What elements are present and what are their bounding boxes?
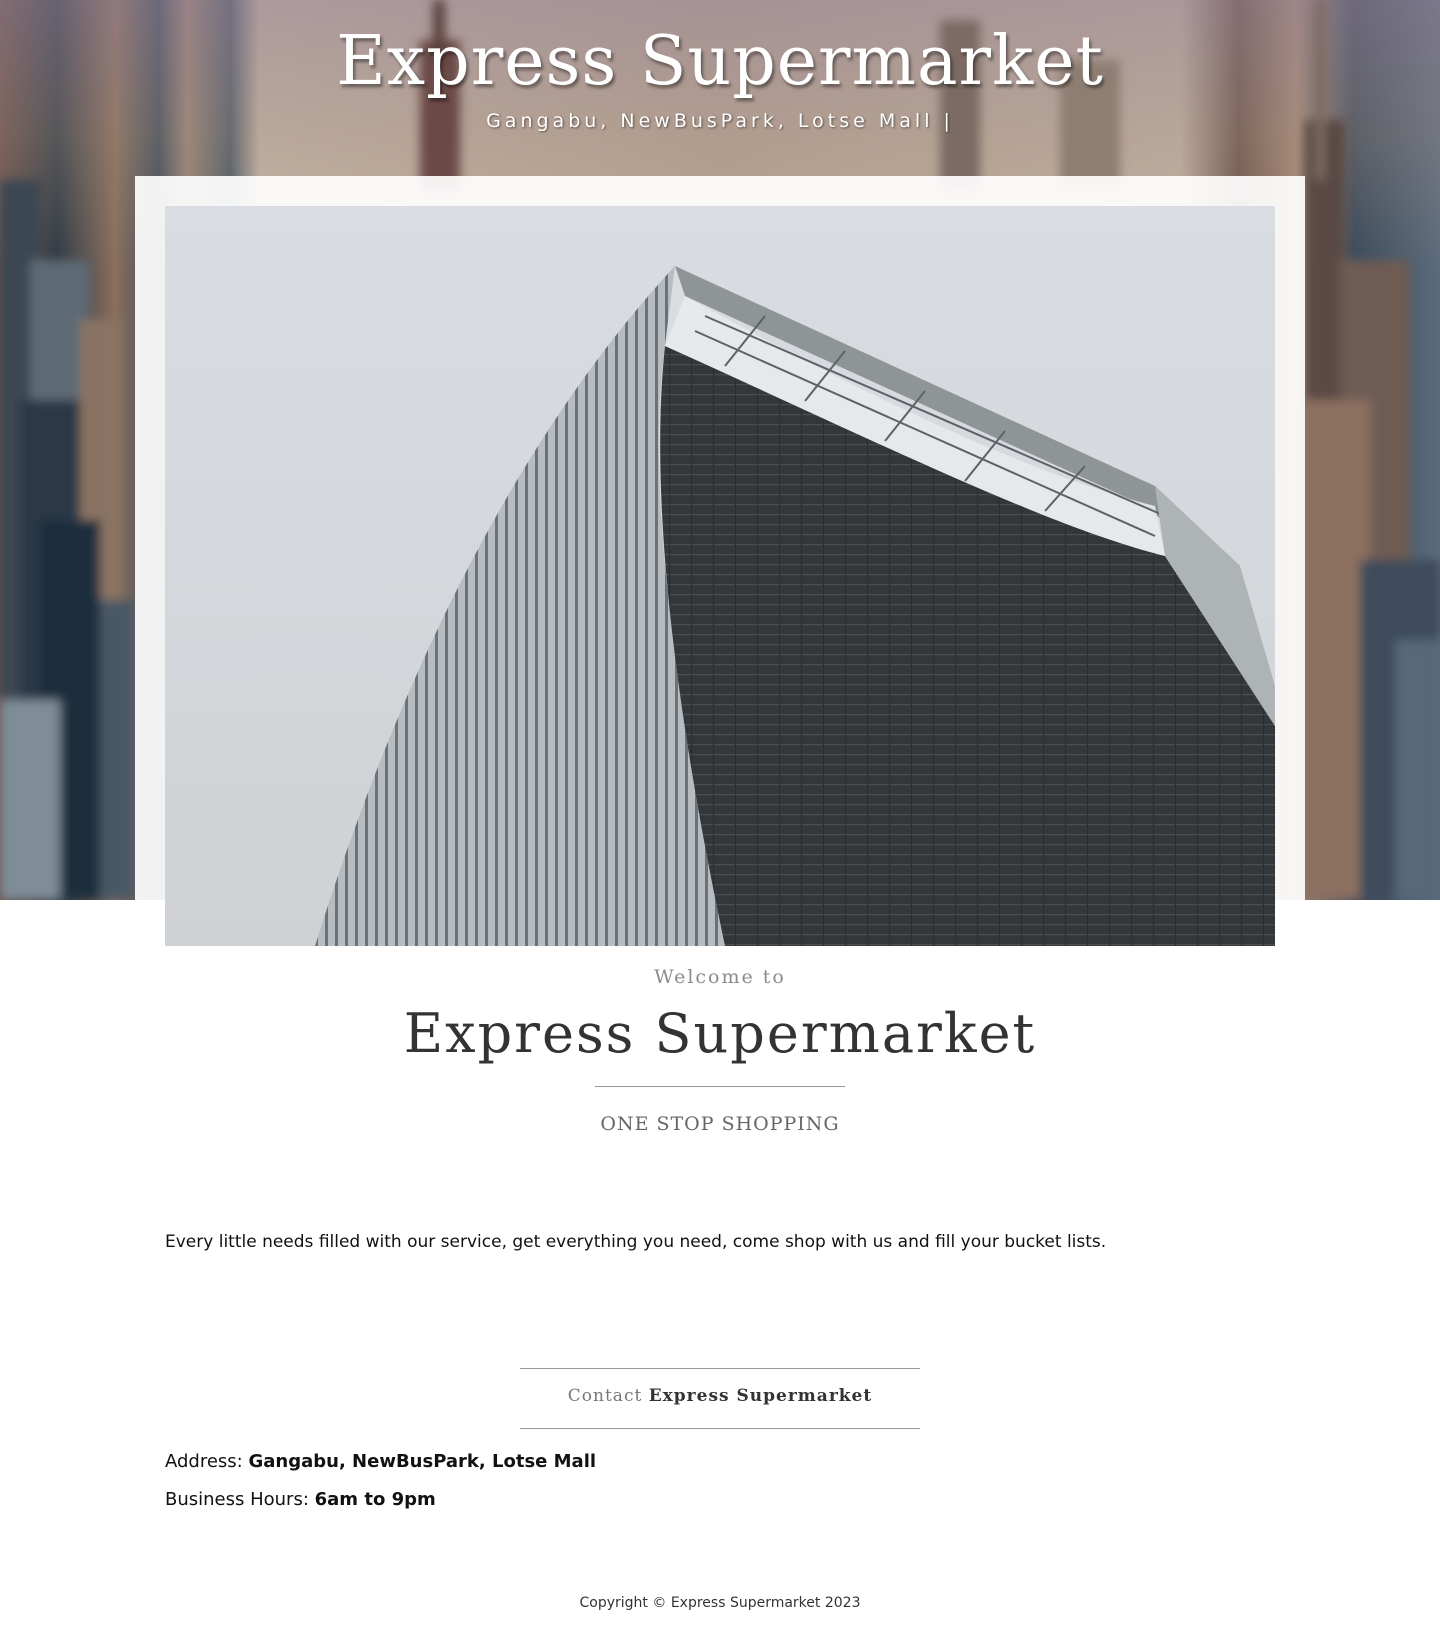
description-text: Every little needs filled with our servi… (165, 1232, 1107, 1252)
intro-title: Express Supermarket (403, 1002, 1037, 1065)
building-photo (165, 206, 1275, 946)
contact-divider-top (520, 1368, 920, 1369)
welcome-text: Welcome to (654, 966, 786, 988)
contact-heading-name: Express Supermarket (648, 1386, 873, 1406)
address-value: Gangabu, NewBusPark, Lotse Mall (248, 1451, 597, 1472)
footer-copyright: Copyright © Express Supermarket 2023 (579, 1595, 861, 1611)
site-title: Express Supermarket (336, 22, 1104, 101)
contact-heading-prefix: Contact (567, 1386, 643, 1406)
tagline: ONE STOP SHOPPING (600, 1113, 840, 1135)
hours-label: Business Hours: (165, 1489, 309, 1510)
site-address: Gangabu, NewBusPark, Lotse Mall | (486, 110, 954, 132)
contact-heading: Contact Express Supermarket (0, 1386, 1440, 1406)
intro-divider (595, 1086, 845, 1087)
contact-divider-bottom (520, 1428, 920, 1429)
address-label: Address: (165, 1451, 243, 1472)
hours-value: 6am to 9pm (314, 1489, 436, 1510)
address-line: Address: Gangabu, NewBusPark, Lotse Mall (165, 1451, 596, 1472)
business-hours-line: Business Hours: 6am to 9pm (165, 1489, 436, 1510)
